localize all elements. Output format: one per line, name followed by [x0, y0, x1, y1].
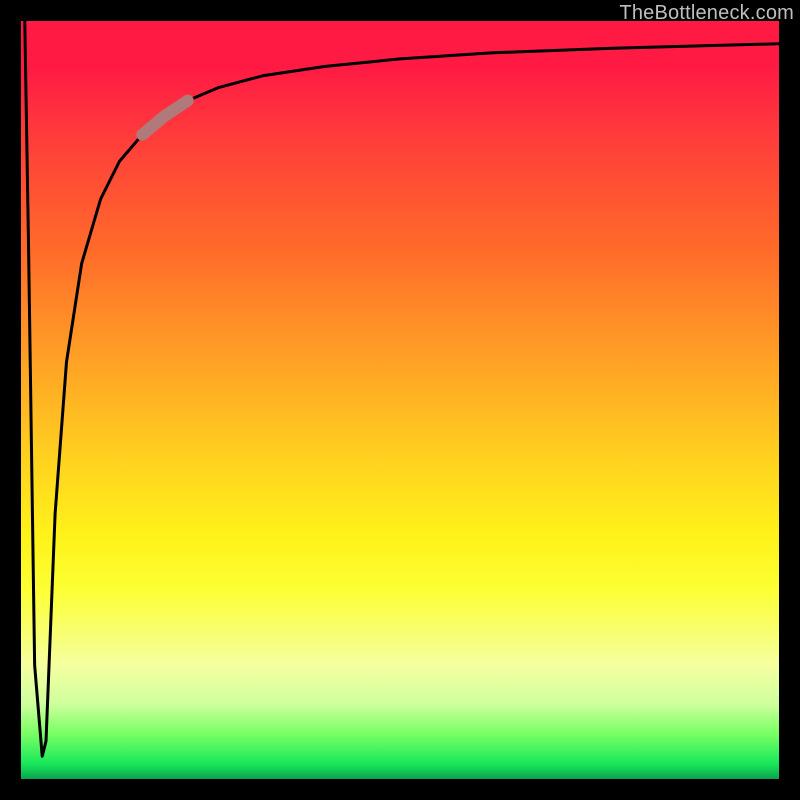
chart-svg — [21, 21, 779, 779]
watermark-text: TheBottleneck.com — [619, 2, 794, 25]
bottleneck-curve — [25, 21, 779, 756]
chart-area — [21, 21, 779, 779]
bottleneck-curve-highlight — [142, 101, 187, 135]
